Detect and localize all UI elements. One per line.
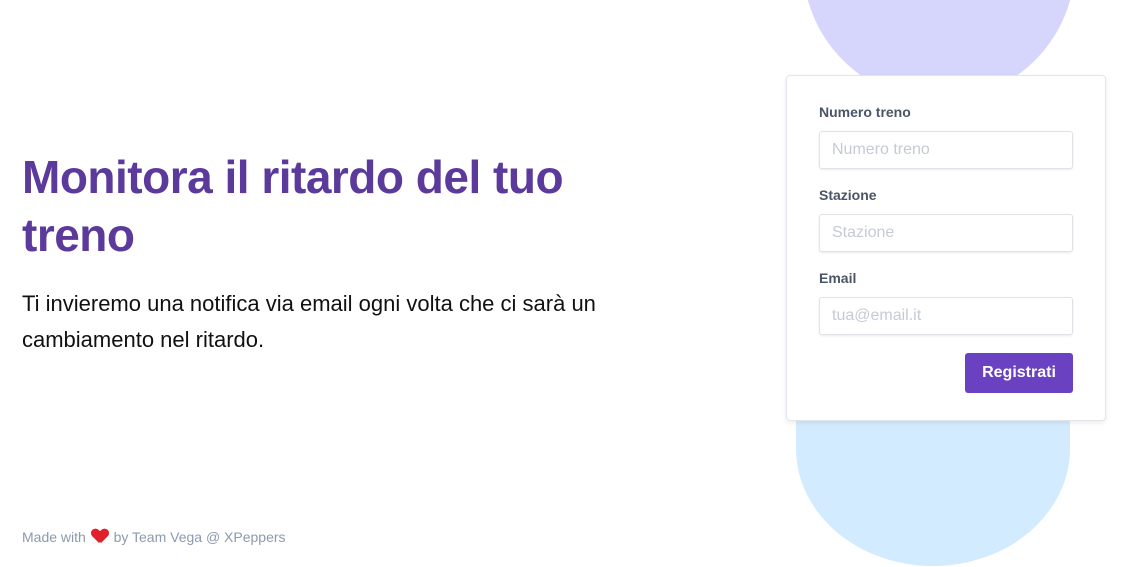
train-number-input[interactable] <box>819 131 1073 169</box>
hero-section: Monitora il ritardo del tuo treno Ti inv… <box>22 148 662 358</box>
page-title: Monitora il ritardo del tuo treno <box>22 151 564 261</box>
footer-team: by Team Vega @ XPeppers <box>113 529 286 545</box>
email-input[interactable] <box>819 297 1073 335</box>
footer-made-with: Made with <box>22 529 86 545</box>
station-input[interactable] <box>819 214 1073 252</box>
station-label: Stazione <box>819 187 877 203</box>
heart-icon <box>92 529 108 543</box>
email-label: Email <box>819 270 857 286</box>
footer: Made with by Team Vega @ XPeppers <box>22 528 286 546</box>
register-button[interactable]: Registrati <box>965 353 1073 393</box>
page-subtitle: Ti invieremo una notifica via email ogni… <box>22 291 596 352</box>
form-actions: Registrati <box>819 353 1073 393</box>
registration-form: Numero treno Stazione Email Registrati <box>786 75 1106 421</box>
page: Monitora il ritardo del tuo treno Ti inv… <box>0 0 1138 567</box>
train-number-label: Numero treno <box>819 104 911 120</box>
